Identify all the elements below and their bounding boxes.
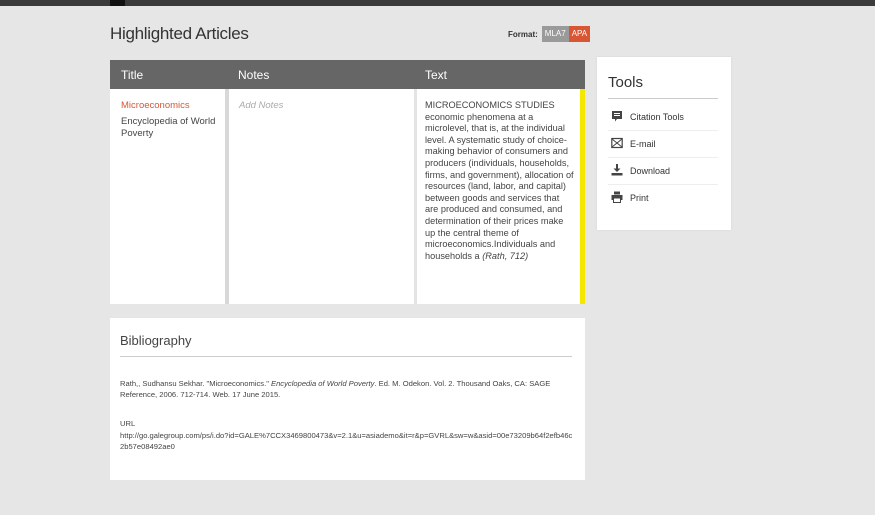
format-mla7-button[interactable]: MLA7 bbox=[541, 26, 569, 42]
url-label: URL bbox=[120, 419, 136, 428]
column-header-title: Title bbox=[121, 68, 144, 82]
inline-citation: (Rath, 712) bbox=[482, 250, 529, 261]
add-notes-field[interactable]: Add Notes bbox=[239, 100, 283, 111]
bibliography-divider bbox=[120, 356, 572, 357]
article-title-link[interactable]: Microeconomics bbox=[121, 100, 190, 111]
highlighted-text: MICROECONOMICS STUDIES economic phenomen… bbox=[425, 100, 575, 262]
notes-cell[interactable]: Add Notes bbox=[229, 89, 414, 304]
table-header: Title Notes Text bbox=[110, 60, 585, 89]
highlight-color-bar bbox=[580, 89, 585, 304]
column-header-text: Text bbox=[425, 68, 448, 82]
citation-tools-button[interactable]: Citation Tools bbox=[608, 104, 718, 131]
title-cell: Microeconomics Encyclopedia of World Pov… bbox=[110, 89, 225, 304]
article-source: Encyclopedia of World Poverty bbox=[121, 116, 216, 139]
top-bar-tab bbox=[110, 0, 125, 6]
column-header-notes: Notes bbox=[238, 68, 270, 82]
tools-title: Tools bbox=[608, 74, 644, 91]
bibliography-panel: Bibliography Rath,, Sudhansu Sekhar. "Mi… bbox=[110, 318, 585, 480]
email-icon bbox=[611, 137, 623, 149]
citation-pre: Rath,, Sudhansu Sekhar. "Microeconomics.… bbox=[120, 379, 272, 388]
tools-divider bbox=[608, 98, 718, 99]
format-selector: Format: MLA7 APA bbox=[508, 26, 591, 42]
citation-source-title: Encyclopedia of World Poverty bbox=[271, 379, 375, 388]
page-title: Highlighted Articles bbox=[110, 24, 249, 43]
print-icon bbox=[611, 191, 623, 203]
download-icon bbox=[611, 164, 623, 176]
email-button[interactable]: E-mail bbox=[608, 131, 718, 158]
print-button[interactable]: Print bbox=[608, 185, 718, 211]
top-bar bbox=[0, 0, 875, 6]
bibliography-citation: Rath,, Sudhansu Sekhar. "Microeconomics.… bbox=[120, 378, 575, 400]
tools-panel: Tools Citation Tools E-mail Download Pri… bbox=[597, 57, 731, 230]
highlighted-text-body: MICROECONOMICS STUDIES economic phenomen… bbox=[425, 100, 574, 261]
citation-icon bbox=[612, 111, 622, 122]
highlights-table: Title Notes Text Microeconomics Encyclop… bbox=[110, 60, 585, 304]
bibliography-title: Bibliography bbox=[120, 333, 192, 348]
download-button[interactable]: Download bbox=[608, 158, 718, 185]
text-cell: MICROECONOMICS STUDIES economic phenomen… bbox=[417, 89, 580, 304]
format-apa-button[interactable]: APA bbox=[568, 26, 591, 42]
email-label: E-mail bbox=[630, 139, 656, 149]
print-label: Print bbox=[630, 193, 649, 203]
citation-tools-label: Citation Tools bbox=[630, 112, 684, 122]
format-label: Format: bbox=[508, 29, 538, 39]
url-value: http://go.galegroup.com/ps/i.do?id=GALE%… bbox=[120, 431, 573, 451]
download-label: Download bbox=[630, 166, 671, 176]
